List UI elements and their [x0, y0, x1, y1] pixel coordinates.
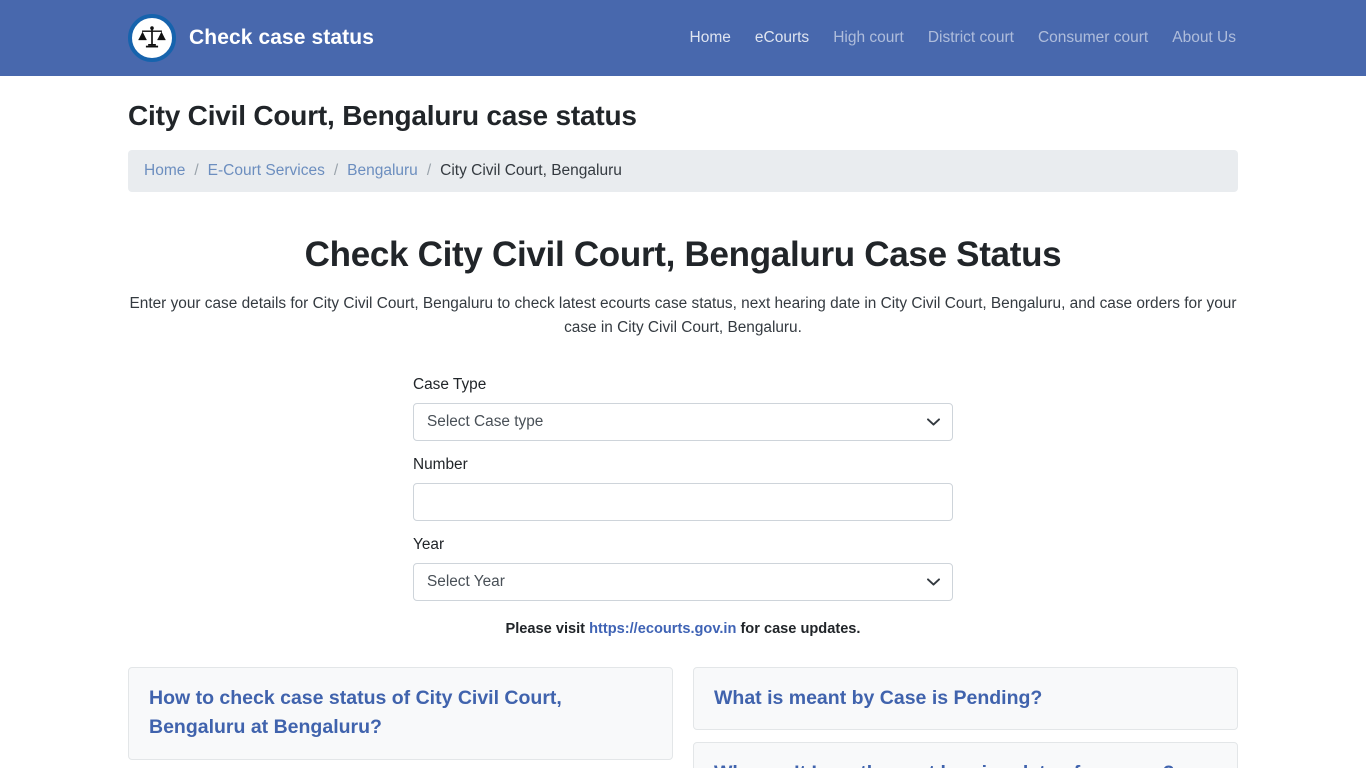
brand-title: Check case status: [189, 26, 374, 49]
breadcrumb-item-ecourt-services[interactable]: E-Court Services: [208, 162, 325, 180]
brand-link[interactable]: Check case status: [128, 14, 374, 62]
main-heading: Check City Civil Court, Bengaluru Case S…: [304, 235, 1062, 274]
faq-question-link[interactable]: What is meant by Case is Pending?: [714, 684, 1217, 714]
breadcrumb-wrapper: Home / E-Court Services / Bengaluru / Ci…: [128, 150, 1238, 192]
form-group-case-type: Case Type Select Case type: [413, 375, 953, 441]
faq-column-left: How to check case status of City Civil C…: [128, 666, 673, 768]
ecourts-notice: Please visit https://ecourts.gov.in for …: [128, 621, 1238, 637]
faq-grid: How to check case status of City Civil C…: [128, 666, 1238, 768]
nav-item-home[interactable]: Home: [678, 22, 743, 54]
primary-nav: Home eCourts High court District court C…: [678, 22, 1248, 54]
number-input[interactable]: [413, 482, 953, 521]
case-type-select-wrapper: Select Case type: [413, 402, 953, 441]
notice-suffix: for case updates.: [736, 620, 861, 637]
main-content: Check City Civil Court, Bengaluru Case S…: [0, 235, 1366, 768]
nav-item-high-court[interactable]: High court: [821, 22, 916, 54]
page-title: City Civil Court, Bengaluru case status: [128, 100, 637, 131]
year-label: Year: [413, 535, 445, 553]
faq-question-link[interactable]: How to check case status of City Civil C…: [149, 684, 652, 743]
case-type-label: Case Type: [413, 375, 487, 393]
breadcrumb-item-home[interactable]: Home: [144, 162, 185, 180]
breadcrumb-separator: /: [333, 162, 339, 179]
nav-item-district-court[interactable]: District court: [916, 22, 1026, 54]
form-group-year: Year Select Year: [413, 535, 953, 601]
faq-column-right: What is meant by Case is Pending? Why ca…: [693, 666, 1238, 768]
faq-question-link[interactable]: Why can’t I see the next hearing date of…: [714, 759, 1217, 768]
nav-item-ecourts[interactable]: eCourts: [743, 22, 821, 54]
faq-card[interactable]: How to check case status of City Civil C…: [128, 666, 673, 761]
year-select[interactable]: Select Year: [413, 562, 953, 601]
nav-item-about-us[interactable]: About Us: [1160, 22, 1248, 54]
case-status-form: Case Type Select Case type Number Year S…: [413, 375, 953, 601]
breadcrumb: Home / E-Court Services / Bengaluru / Ci…: [128, 150, 1238, 192]
case-type-select[interactable]: Select Case type: [413, 402, 953, 441]
breadcrumb-separator: /: [194, 162, 199, 179]
number-label: Number: [413, 455, 468, 473]
scales-of-justice-icon: [128, 14, 176, 62]
ecourts-link[interactable]: https://ecourts.gov.in: [589, 621, 736, 637]
breadcrumb-separator: /: [426, 162, 432, 179]
breadcrumb-item-current: City Civil Court, Bengaluru: [440, 162, 622, 179]
year-select-wrapper: Select Year: [413, 562, 953, 601]
form-group-number: Number: [413, 455, 953, 521]
site-header: Check case status Home eCourts High cour…: [0, 0, 1366, 76]
page-description: Enter your case details for City Civil C…: [129, 295, 1237, 336]
nav-item-consumer-court[interactable]: Consumer court: [1026, 22, 1160, 54]
faq-card[interactable]: Why can’t I see the next hearing date of…: [693, 742, 1238, 768]
breadcrumb-item-bengaluru[interactable]: Bengaluru: [347, 162, 418, 180]
faq-card[interactable]: What is meant by Case is Pending?: [693, 666, 1238, 731]
notice-prefix: Please visit: [505, 620, 590, 637]
